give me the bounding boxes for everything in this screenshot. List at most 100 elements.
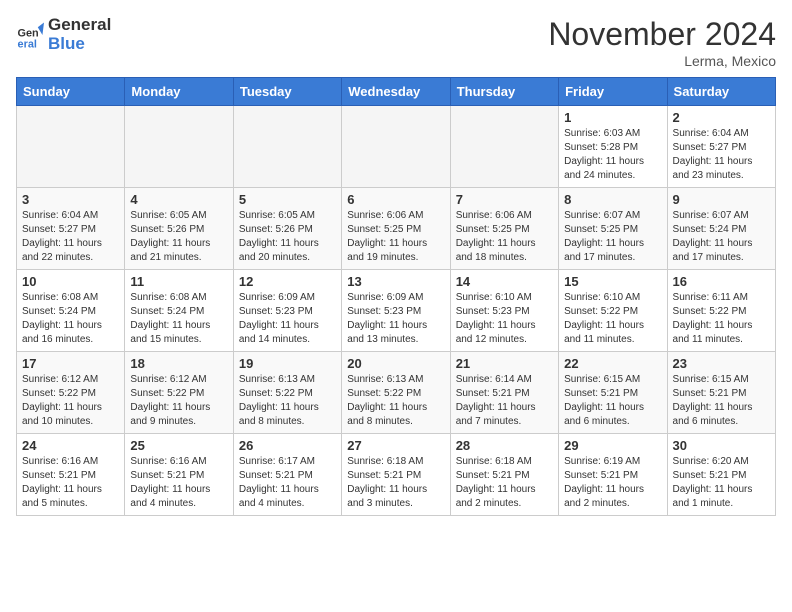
day-info: Sunrise: 6:19 AM Sunset: 5:21 PM Dayligh… [564,455,661,511]
calendar-day [450,106,558,188]
calendar-day: 27 Sunrise: 6:18 AM Sunset: 5:21 PM Dayli… [342,434,450,516]
calendar-day: 14Sunrise: 6:10 AM Sunset: 5:23 PM Dayli… [450,270,558,352]
calendar-day [233,106,341,188]
calendar-day: 7 Sunrise: 6:06 AM Sunset: 5:25 PM Daylig… [450,188,558,270]
weekday-header-tuesday: Tuesday [233,78,341,106]
day-info: Sunrise: 6:05 AM Sunset: 5:26 PM Dayligh… [239,209,336,265]
day-number: 2 [673,110,770,125]
day-info: Sunrise: 6:05 AM Sunset: 5:26 PM Dayligh… [130,209,227,265]
calendar: SundayMondayTuesdayWednesdayThursdayFrid… [16,77,776,516]
calendar-day: 1Sunrise: 6:03 AM Sunset: 5:28 PM Daylig… [559,106,667,188]
day-number: 27 [347,438,444,453]
day-info: Sunrise: 6:06 AM Sunset: 5:25 PM Dayligh… [456,209,553,265]
day-number: 23 [673,356,770,371]
calendar-week-4: 17Sunrise: 6:12 AM Sunset: 5:22 PM Dayli… [17,352,776,434]
calendar-day: 29Sunrise: 6:19 AM Sunset: 5:21 PM Dayli… [559,434,667,516]
calendar-day: 15Sunrise: 6:10 AM Sunset: 5:22 PM Dayli… [559,270,667,352]
day-number: 5 [239,192,336,207]
logo-line1: General [48,16,111,35]
day-number: 21 [456,356,553,371]
day-number: 6 [347,192,444,207]
calendar-day: 3 Sunrise: 6:04 AM Sunset: 5:27 PM Daylig… [17,188,125,270]
calendar-day: 17Sunrise: 6:12 AM Sunset: 5:22 PM Dayli… [17,352,125,434]
day-info: Sunrise: 6:09 AM Sunset: 5:23 PM Dayligh… [347,291,444,347]
day-info: Sunrise: 6:10 AM Sunset: 5:23 PM Dayligh… [456,291,553,347]
day-number: 26 [239,438,336,453]
day-info: Sunrise: 6:07 AM Sunset: 5:24 PM Dayligh… [673,209,770,265]
day-number: 30 [673,438,770,453]
calendar-day [125,106,233,188]
calendar-day: 25Sunrise: 6:16 AM Sunset: 5:21 PM Dayli… [125,434,233,516]
calendar-week-5: 24 Sunrise: 6:16 AM Sunset: 5:21 PM Dayli… [17,434,776,516]
calendar-body: 1Sunrise: 6:03 AM Sunset: 5:28 PM Daylig… [17,106,776,516]
day-number: 18 [130,356,227,371]
month-title: November 2024 [548,16,776,53]
day-number: 9 [673,192,770,207]
day-info: Sunrise: 6:03 AM Sunset: 5:28 PM Dayligh… [564,127,661,183]
day-info: Sunrise: 6:11 AM Sunset: 5:22 PM Dayligh… [673,291,770,347]
day-info: Sunrise: 6:15 AM Sunset: 5:21 PM Dayligh… [673,373,770,429]
calendar-day: 20 Sunrise: 6:13 AM Sunset: 5:22 PM Dayli… [342,352,450,434]
calendar-day: 10Sunrise: 6:08 AM Sunset: 5:24 PM Dayli… [17,270,125,352]
weekday-header-sunday: Sunday [17,78,125,106]
day-info: Sunrise: 6:17 AM Sunset: 5:21 PM Dayligh… [239,455,336,511]
calendar-day: 11 Sunrise: 6:08 AM Sunset: 5:24 PM Dayli… [125,270,233,352]
day-info: Sunrise: 6:13 AM Sunset: 5:22 PM Dayligh… [347,373,444,429]
day-info: Sunrise: 6:04 AM Sunset: 5:27 PM Dayligh… [22,209,119,265]
day-info: Sunrise: 6:09 AM Sunset: 5:23 PM Dayligh… [239,291,336,347]
day-number: 28 [456,438,553,453]
calendar-week-3: 10 Sunrise: 6:08 AM Sunset: 5:24 PM Dayli… [17,270,776,352]
calendar-day: 28Sunrise: 6:18 AM Sunset: 5:21 PM Dayli… [450,434,558,516]
calendar-day: 12 Sunrise: 6:09 AM Sunset: 5:23 PM Dayli… [233,270,341,352]
day-info: Sunrise: 6:04 AM Sunset: 5:27 PM Dayligh… [673,127,770,183]
calendar-day: 21Sunrise: 6:14 AM Sunset: 5:21 PM Dayli… [450,352,558,434]
day-info: Sunrise: 6:10 AM Sunset: 5:22 PM Dayligh… [564,291,661,347]
day-number: 22 [564,356,661,371]
calendar-header: SundayMondayTuesdayWednesdayThursdayFrid… [17,78,776,106]
day-number: 13 [347,274,444,289]
day-number: 3 [22,192,119,207]
weekday-header-wednesday: Wednesday [342,78,450,106]
calendar-day: 5 Sunrise: 6:05 AM Sunset: 5:26 PM Daylig… [233,188,341,270]
calendar-day: 24 Sunrise: 6:16 AM Sunset: 5:21 PM Dayli… [17,434,125,516]
day-number: 12 [239,274,336,289]
page-header: Gen eral General Blue November 2024 Lerm… [16,16,776,69]
calendar-day: 19Sunrise: 6:13 AM Sunset: 5:22 PM Dayli… [233,352,341,434]
day-number: 10 [22,274,119,289]
day-number: 20 [347,356,444,371]
calendar-day: 30 Sunrise: 6:20 AM Sunset: 5:21 PM Dayli… [667,434,775,516]
day-info: Sunrise: 6:07 AM Sunset: 5:25 PM Dayligh… [564,209,661,265]
logo: Gen eral General Blue [16,16,111,53]
calendar-week-2: 3 Sunrise: 6:04 AM Sunset: 5:27 PM Daylig… [17,188,776,270]
day-info: Sunrise: 6:12 AM Sunset: 5:22 PM Dayligh… [22,373,119,429]
weekday-header-thursday: Thursday [450,78,558,106]
weekday-header-saturday: Saturday [667,78,775,106]
day-number: 19 [239,356,336,371]
calendar-day [342,106,450,188]
calendar-day: 16Sunrise: 6:11 AM Sunset: 5:22 PM Dayli… [667,270,775,352]
day-number: 8 [564,192,661,207]
day-info: Sunrise: 6:20 AM Sunset: 5:21 PM Dayligh… [673,455,770,511]
weekday-row: SundayMondayTuesdayWednesdayThursdayFrid… [17,78,776,106]
day-info: Sunrise: 6:18 AM Sunset: 5:21 PM Dayligh… [347,455,444,511]
day-number: 24 [22,438,119,453]
calendar-day: 8 Sunrise: 6:07 AM Sunset: 5:25 PM Daylig… [559,188,667,270]
calendar-day: 23 Sunrise: 6:15 AM Sunset: 5:21 PM Dayli… [667,352,775,434]
day-info: Sunrise: 6:16 AM Sunset: 5:21 PM Dayligh… [22,455,119,511]
day-info: Sunrise: 6:06 AM Sunset: 5:25 PM Dayligh… [347,209,444,265]
day-info: Sunrise: 6:08 AM Sunset: 5:24 PM Dayligh… [130,291,227,347]
calendar-week-1: 1Sunrise: 6:03 AM Sunset: 5:28 PM Daylig… [17,106,776,188]
calendar-day: 26 Sunrise: 6:17 AM Sunset: 5:21 PM Dayli… [233,434,341,516]
svg-text:eral: eral [18,38,37,49]
location: Lerma, Mexico [548,53,776,69]
calendar-day: 9 Sunrise: 6:07 AM Sunset: 5:24 PM Daylig… [667,188,775,270]
day-info: Sunrise: 6:15 AM Sunset: 5:21 PM Dayligh… [564,373,661,429]
day-info: Sunrise: 6:16 AM Sunset: 5:21 PM Dayligh… [130,455,227,511]
calendar-day: 18Sunrise: 6:12 AM Sunset: 5:22 PM Dayli… [125,352,233,434]
day-number: 7 [456,192,553,207]
logo-line2: Blue [48,35,111,54]
day-number: 11 [130,274,227,289]
day-number: 4 [130,192,227,207]
title-block: November 2024 Lerma, Mexico [548,16,776,69]
weekday-header-monday: Monday [125,78,233,106]
